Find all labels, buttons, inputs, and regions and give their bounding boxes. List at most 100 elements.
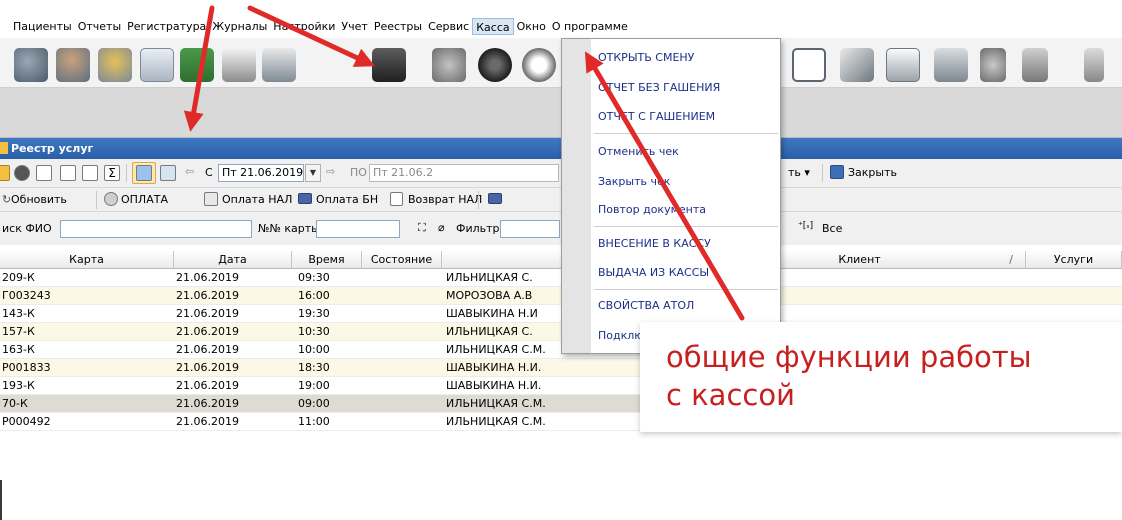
menu-item-open-shift[interactable]: ОТКРЫТЬ СМЕНУ bbox=[598, 51, 694, 64]
folder-icon[interactable] bbox=[0, 165, 10, 181]
more-icon[interactable] bbox=[1084, 48, 1104, 82]
user-icon[interactable] bbox=[980, 48, 1006, 82]
period-to-field[interactable]: Пт 21.06.2 bbox=[369, 164, 559, 182]
cell-date: 21.06.2019 bbox=[176, 361, 239, 374]
menu-item-close-receipt[interactable]: Закрыть чек bbox=[598, 175, 670, 188]
all-toggle[interactable]: Все bbox=[822, 222, 842, 235]
menu-service[interactable]: Сервис bbox=[425, 18, 472, 35]
cell-doctor: ИЛЬНИЦКАЯ С. bbox=[446, 271, 533, 284]
col-card[interactable]: Карта bbox=[0, 251, 174, 269]
menu-separator bbox=[594, 289, 778, 290]
annotation-line1: общие функции работы bbox=[666, 340, 1032, 374]
card-number-input[interactable] bbox=[316, 220, 400, 238]
cell-card: 163-К bbox=[2, 343, 35, 356]
cell-time: 09:30 bbox=[298, 271, 330, 284]
tools-icon[interactable] bbox=[1022, 48, 1048, 82]
grid-icon[interactable] bbox=[36, 165, 52, 181]
calendar-range-icon[interactable] bbox=[160, 165, 176, 181]
registry-icon[interactable] bbox=[98, 48, 132, 82]
menu-separator bbox=[594, 226, 778, 227]
menu-registers[interactable]: Реестры bbox=[371, 18, 425, 35]
col-time[interactable]: Время bbox=[292, 251, 362, 269]
cell-time: 18:30 bbox=[298, 361, 330, 374]
menu-item-atol-properties[interactable]: СВОЙСТВА АТОЛ bbox=[598, 299, 694, 312]
cell-date: 21.06.2019 bbox=[176, 325, 239, 338]
patients-icon[interactable] bbox=[14, 48, 48, 82]
cell-card: 157-К bbox=[2, 325, 35, 338]
cash-icon[interactable] bbox=[14, 165, 30, 181]
menu-item-x-report[interactable]: ОТЧЕТ БЕЗ ГАШЕНИЯ bbox=[598, 81, 720, 94]
users-icon[interactable] bbox=[432, 48, 466, 82]
payment-icon bbox=[104, 192, 118, 206]
note-icon[interactable] bbox=[886, 48, 920, 82]
cash-register-icon[interactable] bbox=[372, 48, 406, 82]
documents-icon[interactable] bbox=[934, 48, 968, 82]
card-refund-icon[interactable] bbox=[488, 193, 502, 204]
menu-window[interactable]: Окно bbox=[514, 18, 549, 35]
period-from-dropdown[interactable]: ▼ bbox=[305, 164, 321, 182]
col-services[interactable]: Услуги bbox=[1026, 251, 1122, 269]
checklist-icon[interactable] bbox=[180, 48, 214, 82]
menu-patients[interactable]: Пациенты bbox=[10, 18, 75, 35]
close-button[interactable]: Закрыть bbox=[848, 166, 897, 179]
cell-time: 19:30 bbox=[298, 307, 330, 320]
window-icon bbox=[0, 142, 8, 154]
edit-icon[interactable] bbox=[60, 165, 76, 181]
cell-date: 21.06.2019 bbox=[176, 415, 239, 428]
doctor-icon[interactable] bbox=[56, 48, 90, 82]
cell-time: 09:00 bbox=[298, 397, 330, 410]
col-state[interactable]: Состояние bbox=[362, 251, 442, 269]
menu-journals[interactable]: Журналы bbox=[209, 18, 270, 35]
menu-kassa[interactable]: Касса bbox=[472, 18, 514, 35]
prev-arrow-icon[interactable]: ⇦ bbox=[185, 165, 194, 178]
menu-accounting[interactable]: Учет bbox=[338, 18, 370, 35]
cell-card: 70-К bbox=[2, 397, 28, 410]
refund-cash-button[interactable]: Возврат НАЛ bbox=[408, 193, 482, 206]
cell-card: Г003243 bbox=[2, 289, 51, 302]
cell-card: Р001833 bbox=[2, 361, 51, 374]
menu-item-cash-out[interactable]: ВЫДАЧА ИЗ КАССЫ bbox=[598, 266, 709, 279]
menu-item-cash-in[interactable]: ВНЕСЕНИЕ В КАССУ bbox=[598, 237, 711, 250]
col-date[interactable]: Дата bbox=[174, 251, 292, 269]
cell-time: 10:00 bbox=[298, 343, 330, 356]
menu-item-repeat-document[interactable]: Повтор документа bbox=[598, 203, 706, 216]
filter-label: Фильтр bbox=[456, 222, 500, 235]
gauge-icon[interactable] bbox=[522, 48, 556, 82]
fio-search-label: иск ФИО bbox=[2, 222, 52, 235]
menu-reports[interactable]: Отчеты bbox=[75, 18, 124, 35]
report-button[interactable]: ть ▾ bbox=[788, 166, 810, 179]
cell-doctor: ШАВЫКИНА Н.И. bbox=[446, 379, 542, 392]
cell-doctor: ИЛЬНИЦКАЯ С.М. bbox=[446, 415, 546, 428]
menu-settings[interactable]: Настройки bbox=[270, 18, 338, 35]
pay-cash-button[interactable]: Оплата НАЛ bbox=[222, 193, 292, 206]
fio-search-input[interactable] bbox=[60, 220, 252, 238]
pen-check-icon[interactable] bbox=[840, 48, 874, 82]
printer-icon[interactable] bbox=[262, 48, 296, 82]
next-arrow-icon[interactable]: ⇨ bbox=[326, 165, 335, 178]
refund-icon bbox=[390, 192, 403, 206]
cell-date: 21.06.2019 bbox=[176, 397, 239, 410]
calendar-icon[interactable] bbox=[140, 48, 174, 82]
menu-item-cancel-receipt[interactable]: Отменить чек bbox=[598, 145, 679, 158]
refresh-button[interactable]: Обновить bbox=[11, 193, 67, 206]
sum-icon[interactable]: Σ bbox=[104, 165, 120, 181]
menu-item-z-report[interactable]: ОТЧЕТ С ГАШЕНИЕМ bbox=[598, 110, 715, 123]
toolbar-separator bbox=[96, 191, 97, 209]
menu-about[interactable]: О программе bbox=[549, 18, 631, 35]
pay-button[interactable]: ОПЛАТА bbox=[121, 193, 168, 206]
pay-card-button[interactable]: Оплата БН bbox=[316, 193, 378, 206]
cell-card: 193-К bbox=[2, 379, 35, 392]
chart-icon[interactable] bbox=[792, 48, 826, 82]
calc-icon[interactable] bbox=[82, 165, 98, 181]
binoculars-icon[interactable]: ⛶ bbox=[418, 221, 426, 235]
card-icon bbox=[298, 193, 312, 204]
disc-icon[interactable] bbox=[478, 48, 512, 82]
report-label: ть bbox=[788, 166, 801, 179]
layers-icon[interactable] bbox=[222, 48, 256, 82]
cell-card: 143-К bbox=[2, 307, 35, 320]
period-from-field[interactable]: Пт 21.06.2019 bbox=[218, 164, 304, 182]
cash-hand-icon bbox=[204, 192, 218, 206]
cell-date: 21.06.2019 bbox=[176, 343, 239, 356]
filter-input[interactable] bbox=[500, 220, 560, 238]
menu-registry[interactable]: Регистратура bbox=[124, 18, 209, 35]
